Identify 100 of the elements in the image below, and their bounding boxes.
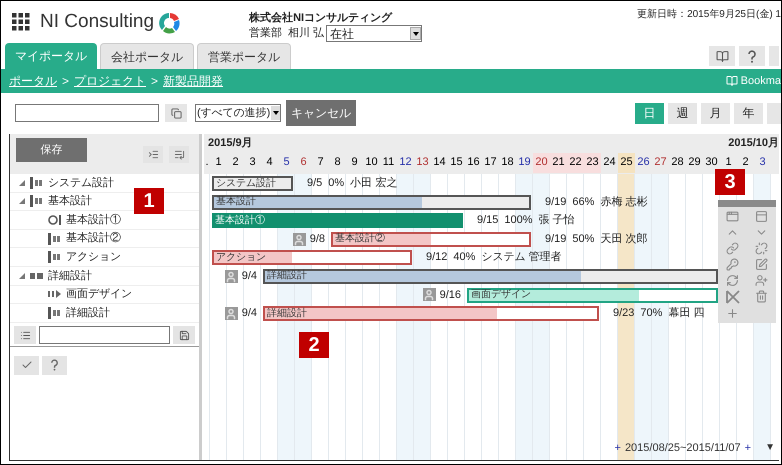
tree-item[interactable]: 基本設計 [48,193,92,210]
tree-item[interactable]: アクション [66,248,121,266]
day-label: 2 [231,155,240,170]
end-date: 9/23 [613,306,634,322]
date-range: 2015/08/25~2015/11/07 [624,440,741,456]
tree-item[interactable]: 基本設計② [66,230,121,247]
progress-select[interactable]: (すべての進捗) [195,104,281,122]
progress-percent: 50% [572,232,594,247]
day-label: 8 [333,155,342,170]
list-button[interactable] [14,326,36,344]
callout-number: 2 [299,332,329,358]
portal-tab[interactable]: 会社ポータル [100,43,194,69]
progress-percent: 70% [640,306,662,322]
range-next-link[interactable]: + [744,440,752,456]
day-label: 5 [282,155,291,170]
task-bar[interactable]: システム設計 [212,176,293,191]
scale-tab[interactable]: 月 [701,102,730,124]
cancel-button[interactable]: キャンセル [286,100,356,126]
assignee-avatar [422,288,436,302]
callout-number: 3 [715,169,745,195]
day-label: 28 [670,155,685,170]
indent-button[interactable] [143,146,163,162]
book-icon [716,50,728,62]
owner-name: 張 子怡 [538,213,575,228]
day-label: 9 [350,155,359,170]
dropdown-arrow-icon[interactable] [272,111,278,115]
panel-icon[interactable] [755,210,768,223]
bowtie-icon[interactable] [726,290,740,304]
task-bar[interactable]: 詳細設計 [263,306,599,322]
day-label: 18 [500,155,515,170]
dropdown-arrow-icon[interactable] [412,32,419,36]
task-icon [48,232,62,245]
day-label: 22 [567,152,584,172]
day-label: 1 [724,155,733,170]
owner-name: 天田 次郎 [600,232,648,247]
day-label: 21 [550,152,567,172]
task-bar[interactable]: 基本設計① [212,213,463,228]
portal-tab[interactable]: 営業ポータル [197,43,291,69]
refresh-icon[interactable] [726,274,739,287]
day-label: 10 [364,155,379,170]
task-bar[interactable]: 基本設計 [212,194,531,210]
tree-item[interactable]: 詳細設計 [48,268,92,284]
task-icon [48,251,62,264]
copy-button[interactable] [165,104,187,122]
pending-task-icon [48,288,62,300]
edit-icon[interactable] [755,258,768,271]
add-icon[interactable] [726,307,739,320]
month-label: 2015/9月 [208,136,253,150]
owner-name: 小田 宏之 [350,176,398,191]
breadcrumb-separator: > [151,73,158,90]
day-label: 2 [741,155,750,170]
tree-item[interactable]: 詳細設計 [66,304,110,322]
bookmark-icon [726,75,738,87]
owner-name: システム 管理者 [481,250,562,266]
range-prev-link[interactable]: + [614,440,621,456]
confirm-button[interactable] [14,356,39,375]
help-button[interactable] [42,356,67,375]
save-icon-button[interactable] [173,326,195,344]
scale-tab[interactable]: 年 [734,102,763,124]
day-label: 30 [704,155,719,170]
indent-icon [148,148,158,160]
updated-time: 更新日時：2015年9月25日(金) 1 [637,8,781,22]
trash-icon[interactable] [755,290,768,303]
owner-name: 幕田 四 [668,306,705,322]
task-bar[interactable]: 画面デザイン [467,288,718,303]
window-icon[interactable] [726,210,739,223]
tree-item[interactable]: システム設計 [48,174,114,192]
app-grid-icon[interactable] [12,13,30,31]
day-label: 13 [415,155,430,170]
task-bar[interactable]: アクション [212,250,412,266]
callout-number: 1 [134,188,164,214]
key-icon[interactable] [726,258,739,271]
task-name-field[interactable] [39,326,170,344]
tree-item[interactable]: 画面デザイン [66,286,132,303]
task-bar[interactable]: 詳細設計 [263,268,718,284]
scale-tab[interactable]: 週 [668,102,697,124]
search-field[interactable] [15,104,159,122]
status-select[interactable]: 在社 [326,25,422,42]
add-person-icon[interactable] [755,274,768,287]
tree-item[interactable]: 基本設計① [66,212,121,228]
day-label: 23 [584,152,601,172]
logo-icon [158,11,182,35]
progress-percent: 0% [328,176,344,191]
day-label: . [204,155,210,170]
brand-name: NI Consulting [40,11,154,33]
manual-button[interactable] [709,46,735,66]
expand-icon[interactable] [18,272,26,280]
breadcrumb-separator: > [62,73,70,90]
outdent-button[interactable] [169,146,189,162]
more-toggle[interactable]: ▼ [765,440,775,456]
unlink-icon[interactable] [755,242,768,255]
task-bar[interactable]: 基本設計② [331,232,531,247]
expand-icon[interactable] [18,178,26,187]
help-button[interactable] [739,46,765,66]
day-label: 20 [533,152,550,172]
day-label: 16 [466,155,481,170]
expand-icon[interactable] [18,197,26,206]
user-name: 相川 弘 [288,26,324,42]
save-button[interactable]: 保存 [16,138,87,162]
link-icon[interactable] [726,242,739,255]
